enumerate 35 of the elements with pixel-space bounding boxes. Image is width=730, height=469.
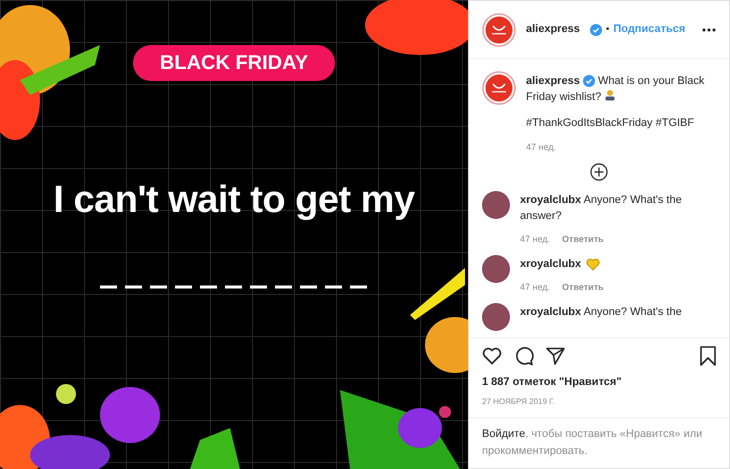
caption-time: 47 нед.	[526, 141, 558, 154]
likes-count[interactable]: 1 887 отметок "Нравится"	[482, 374, 716, 390]
paint-splash-drawing	[425, 317, 468, 373]
share-send-icon[interactable]	[546, 346, 565, 364]
more-options-icon[interactable]	[702, 28, 716, 32]
comment-text: xroyalclubx Anyone? What's the	[520, 305, 682, 320]
comment-time: 47 нед.	[520, 281, 550, 294]
separator-dot: •	[606, 23, 610, 37]
comment-username[interactable]: xroyalclubx	[520, 194, 582, 206]
comment-text: xroyalclubx Anyone? What's the answer?	[520, 193, 683, 224]
heart-emoji-icon	[586, 258, 600, 270]
load-more-plus-icon[interactable]	[590, 163, 608, 181]
paint-stroke-drawing	[190, 428, 240, 469]
login-link[interactable]: Войдите	[482, 428, 526, 440]
avatar-placeholder	[482, 303, 510, 331]
avatar-placeholder	[482, 191, 510, 219]
comment-icon[interactable]	[514, 346, 534, 366]
brand-logo-icon	[482, 71, 516, 105]
comment-time: 47 нед.	[520, 233, 550, 246]
post-headline: I can't wait to get my	[53, 178, 415, 223]
paint-stroke-drawing	[410, 268, 465, 320]
comment-username[interactable]: xroyalclubx	[520, 256, 582, 272]
avatar-placeholder	[482, 255, 510, 283]
caption-username[interactable]: aliexpress	[526, 75, 580, 87]
person-emoji-icon	[604, 89, 616, 101]
promo-badge: BLACK FRIDAY	[132, 45, 336, 81]
comment-username[interactable]: xroyalclubx	[520, 306, 582, 318]
brand-logo-icon	[482, 12, 516, 46]
caption-text: aliexpress What is on your Black Friday wishlist?	[526, 74, 706, 105]
username-link[interactable]: aliexpress	[526, 21, 580, 38]
login-prompt: Войдите, чтобы поставить «Нравится» или прокомментировать.	[482, 427, 704, 459]
like-heart-icon[interactable]	[482, 346, 502, 364]
caption-hashtags[interactable]: #ThankGodItsBlackFriday #TGIBF	[526, 115, 716, 131]
bookmark-icon[interactable]	[700, 346, 716, 366]
post-date: 27 НОЯБРЯ 2019 Г.	[482, 396, 556, 408]
